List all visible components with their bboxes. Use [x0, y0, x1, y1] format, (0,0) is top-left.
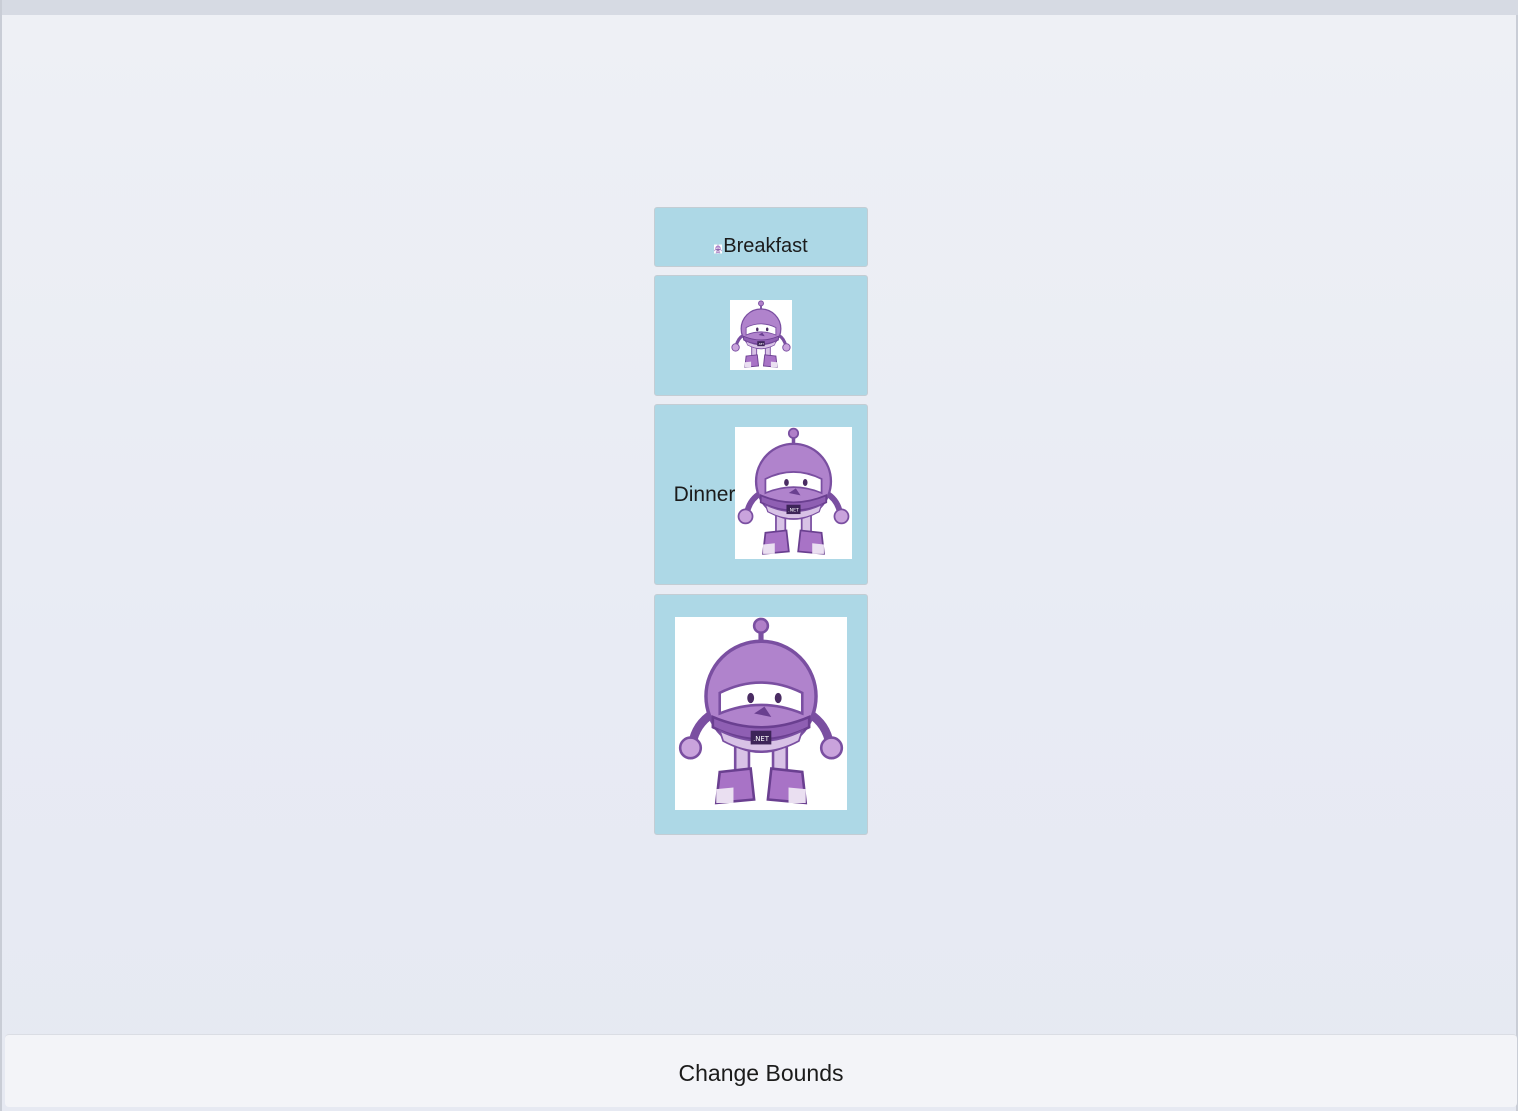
card-image-small — [654, 275, 868, 396]
card-label: Dinner — [673, 483, 736, 506]
card-breakfast: Breakfast — [654, 207, 868, 267]
card-image-large — [654, 594, 868, 835]
robot-icon — [730, 299, 792, 370]
card-dinner: Dinner — [654, 404, 868, 585]
card-label: Breakfast — [723, 235, 808, 257]
robot-icon — [675, 616, 847, 810]
robot-icon — [735, 427, 853, 559]
change-bounds-button[interactable]: Change Bounds — [5, 1034, 1517, 1107]
robot-icon — [714, 244, 723, 254]
change-bounds-label: Change Bounds — [678, 1059, 844, 1086]
title-bar — [2, 0, 1518, 15]
card-content: Breakfast — [714, 235, 808, 257]
app-window: Breakfast Dinner Change Bounds — [0, 0, 1518, 1111]
card-content: Dinner — [673, 427, 853, 559]
